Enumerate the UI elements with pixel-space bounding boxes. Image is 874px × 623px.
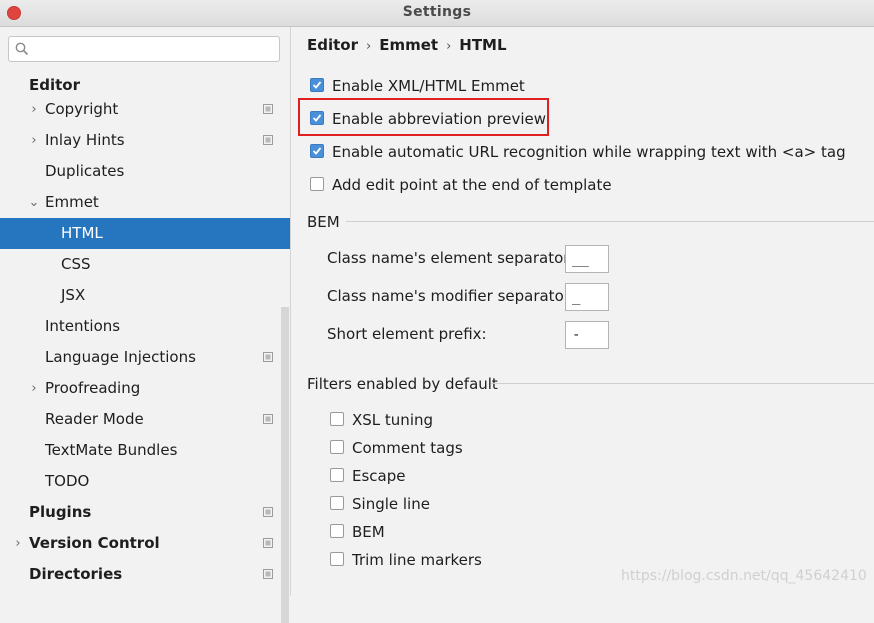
window-title: Settings [402, 4, 472, 20]
section-title-bem: BEM [307, 213, 340, 231]
checkbox-unchecked[interactable] [330, 552, 344, 566]
sidebar-item-textmate-bundles[interactable]: TextMate Bundles [0, 435, 290, 466]
sidebar-item-label: Plugins [29, 503, 92, 521]
sidebar-item-intentions[interactable]: Intentions [0, 311, 290, 342]
settings-sidebar: Editor › Copyright › Inlay Hints Duplica… [0, 27, 291, 623]
option-label: BEM [352, 523, 385, 541]
breadcrumb-item[interactable]: Emmet [379, 36, 438, 54]
option-label: Enable automatic URL recognition while w… [332, 143, 846, 161]
checkbox-unchecked[interactable] [330, 412, 344, 426]
sidebar-item-label: Duplicates [45, 162, 125, 180]
title-bar: Settings [0, 0, 874, 27]
short-element-prefix-input[interactable]: - [565, 321, 609, 349]
option-label: Escape [352, 467, 406, 485]
option-label: Add edit point at the end of template [332, 176, 612, 194]
sidebar-item-proofreading[interactable]: › Proofreading [0, 373, 290, 404]
highlight-annotation [298, 98, 549, 136]
sidebar-item-label: HTML [61, 224, 103, 242]
field-label: Class name's modifier separator: [327, 287, 575, 305]
project-scope-icon [263, 538, 273, 548]
settings-content: Editor › Emmet › HTML Enable XML/HTML Emmet … [291, 27, 874, 596]
field-label: Class name's element separator: [327, 249, 575, 267]
sidebar-item-label: CSS [61, 255, 91, 273]
sidebar-item-version-control[interactable]: › Version Control [0, 528, 290, 559]
sidebar-item-label: Reader Mode [45, 410, 144, 428]
checkbox-unchecked[interactable] [330, 440, 344, 454]
sidebar-item-label: Version Control [29, 534, 160, 552]
field-label: Short element prefix: [327, 325, 487, 343]
project-scope-icon [263, 569, 273, 579]
breadcrumb: Editor › Emmet › HTML [307, 36, 507, 54]
search-icon [15, 42, 29, 56]
checkbox-unchecked[interactable] [310, 177, 324, 191]
project-scope-icon [263, 135, 273, 145]
sidebar-item-directories[interactable]: Directories [0, 559, 290, 590]
sidebar-item-label: JSX [61, 286, 86, 304]
chevron-right-icon[interactable]: › [28, 373, 40, 404]
project-scope-icon [263, 507, 273, 517]
checkbox-checked[interactable] [310, 78, 324, 92]
sidebar-item-label: Proofreading [45, 379, 141, 397]
option-label: Enable XML/HTML Emmet [332, 77, 525, 95]
chevron-right-icon[interactable]: › [28, 125, 40, 156]
option-label: Trim line markers [352, 551, 482, 569]
sidebar-item-label: Directories [29, 565, 123, 583]
section-title-filters: Filters enabled by default [307, 375, 498, 393]
breadcrumb-item: HTML [459, 36, 507, 54]
watermark-text: https://blog.csdn.net/qq_45642410 [621, 568, 867, 584]
sidebar-item-reader-mode[interactable]: Reader Mode [0, 404, 290, 435]
sidebar-item-duplicates[interactable]: Duplicates [0, 156, 290, 187]
checkbox-unchecked[interactable] [330, 468, 344, 482]
chevron-right-icon: › [366, 39, 372, 54]
sidebar-item-html[interactable]: HTML [0, 218, 290, 249]
search-box[interactable] [8, 36, 280, 62]
modifier-separator-input[interactable]: _ [565, 283, 609, 311]
chevron-right-icon: › [446, 39, 452, 54]
sidebar-item-label: Intentions [45, 317, 121, 335]
element-separator-input[interactable]: __ [565, 245, 609, 273]
option-label: XSL tuning [352, 411, 434, 429]
sidebar-item-jsx[interactable]: JSX [0, 280, 290, 311]
section-divider [491, 383, 874, 384]
sidebar-item-inlay-hints[interactable]: › Inlay Hints [0, 125, 290, 156]
sidebar-item-label: TODO [45, 472, 90, 490]
sidebar-item-emmet[interactable]: ⌄ Emmet [0, 187, 290, 218]
sidebar-item-label: Language Injections [45, 348, 196, 366]
project-scope-icon [263, 104, 273, 114]
chevron-right-icon[interactable]: › [28, 94, 40, 125]
sidebar-item-language-injections[interactable]: Language Injections [0, 342, 290, 373]
checkbox-checked[interactable] [310, 144, 324, 158]
sidebar-item-copyright[interactable]: › Copyright [0, 94, 290, 125]
sidebar-item-plugins[interactable]: Plugins [0, 497, 290, 528]
sidebar-item-label: TextMate Bundles [45, 441, 178, 459]
breadcrumb-item[interactable]: Editor [307, 36, 358, 54]
sidebar-scrollbar[interactable] [281, 307, 289, 623]
option-label: Comment tags [352, 439, 463, 457]
checkbox-unchecked[interactable] [330, 524, 344, 538]
project-scope-icon [263, 352, 273, 362]
option-label: Single line [352, 495, 430, 513]
section-divider [346, 221, 874, 222]
search-input[interactable] [35, 39, 279, 61]
sidebar-item-label: Emmet [45, 193, 99, 211]
sidebar-item-todo[interactable]: TODO [0, 466, 290, 497]
sidebar-item-css[interactable]: CSS [0, 249, 290, 280]
checkbox-unchecked[interactable] [330, 496, 344, 510]
project-scope-icon [263, 414, 273, 424]
chevron-right-icon[interactable]: › [12, 528, 24, 559]
chevron-down-icon[interactable]: ⌄ [28, 187, 40, 218]
sidebar-item-label: Copyright [45, 100, 119, 118]
sidebar-item-label: Inlay Hints [45, 131, 125, 149]
